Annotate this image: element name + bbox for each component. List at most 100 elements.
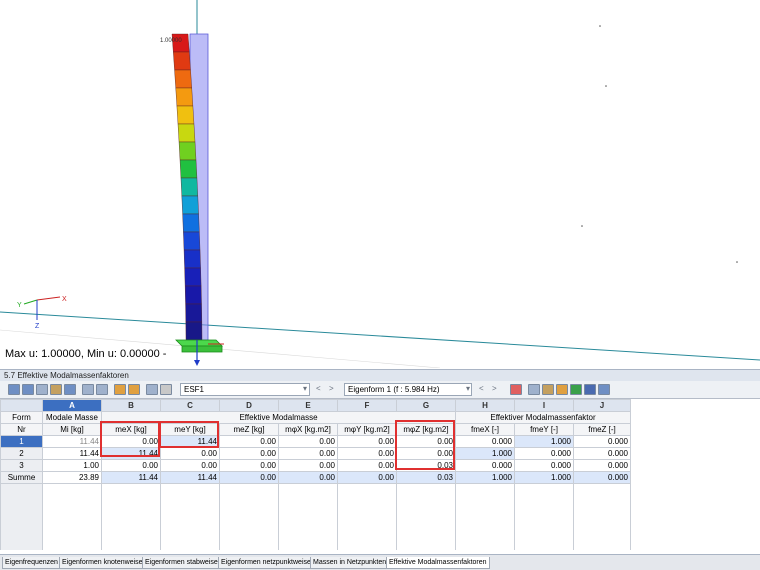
- deformed-band: [186, 322, 202, 340]
- table-cell[interactable]: 0.00: [279, 436, 338, 448]
- table-cell[interactable]: 0.00: [161, 460, 220, 472]
- row-number[interactable]: 1: [1, 436, 43, 448]
- prev-table-icon[interactable]: [82, 384, 94, 395]
- load-case-select[interactable]: ESF1: [180, 383, 310, 396]
- unit-header-j[interactable]: fmeZ [-]: [574, 424, 631, 436]
- unit-header-e[interactable]: mφX [kg.m2]: [279, 424, 338, 436]
- sum-label[interactable]: Summe: [1, 472, 43, 484]
- table-cell[interactable]: 0.000: [456, 436, 515, 448]
- table-cell[interactable]: 0.000: [574, 436, 631, 448]
- tab-massen-netzpunkten[interactable]: Massen in Netzpunkten: [310, 557, 389, 569]
- table-cell[interactable]: 0.000: [574, 448, 631, 460]
- model-canvas[interactable]: X Y Z: [0, 0, 760, 368]
- table-cell[interactable]: 1.00: [43, 460, 102, 472]
- table-cell[interactable]: 0.00: [338, 448, 397, 460]
- column-letter-e[interactable]: E: [279, 400, 338, 412]
- tab-eigenformen-knotenweise[interactable]: Eigenformen knotenweise: [59, 557, 146, 569]
- case-dropdown-icon[interactable]: ▾: [303, 384, 307, 393]
- table-cell[interactable]: 0.00: [102, 460, 161, 472]
- column-letter-f[interactable]: F: [338, 400, 397, 412]
- unit-header-a[interactable]: Mi [kg]: [43, 424, 102, 436]
- table-sort-icon[interactable]: [50, 384, 62, 395]
- print-icon[interactable]: [584, 384, 596, 395]
- tab-effektive-modalmassenfaktoren[interactable]: Effektive Modalmassenfaktoren: [386, 557, 490, 569]
- excel-icon[interactable]: [570, 384, 582, 395]
- column-letter-i[interactable]: I: [515, 400, 574, 412]
- sum-row[interactable]: Summe23.8911.4411.440.000.000.000.031.00…: [1, 472, 631, 484]
- unit-header-f[interactable]: mφY [kg.m2]: [338, 424, 397, 436]
- unit-header-d[interactable]: meZ [kg]: [220, 424, 279, 436]
- mode-prev-icon[interactable]: <: [479, 384, 484, 393]
- sum-cell[interactable]: 0.00: [220, 472, 279, 484]
- color-scale-icon[interactable]: [114, 384, 126, 395]
- table-columns-icon[interactable]: [36, 384, 48, 395]
- table-row[interactable]: 31.000.000.000.000.000.000.030.0000.0000…: [1, 460, 631, 472]
- column-letter-c[interactable]: C: [161, 400, 220, 412]
- unit-header-i[interactable]: fmeY [-]: [515, 424, 574, 436]
- table-cell[interactable]: 0.00: [220, 448, 279, 460]
- table-cell[interactable]: 0.000: [574, 460, 631, 472]
- tab-eigenformen-netzpunktweise[interactable]: Eigenformen netzpunktweise: [218, 557, 314, 569]
- column-letter-j[interactable]: J: [574, 400, 631, 412]
- table-cell[interactable]: 0.00: [338, 460, 397, 472]
- table-cell[interactable]: 0.000: [515, 448, 574, 460]
- table-cell[interactable]: 0.000: [456, 460, 515, 472]
- settings-icon[interactable]: [598, 384, 610, 395]
- column-letter-b[interactable]: B: [102, 400, 161, 412]
- column-letter-a[interactable]: A: [43, 400, 102, 412]
- table-cell[interactable]: 0.000: [515, 460, 574, 472]
- tab-eigenfrequenzen[interactable]: Eigenfrequenzen: [2, 557, 61, 569]
- row-number[interactable]: 2: [1, 448, 43, 460]
- model-viewport[interactable]: X Y Z 1.00000 Max u: 1.00000, Min u: 0.0…: [0, 0, 760, 368]
- nr-header[interactable]: Nr: [1, 424, 43, 436]
- sum-cell[interactable]: 23.89: [43, 472, 102, 484]
- column-letter-g[interactable]: G: [397, 400, 456, 412]
- sum-cell[interactable]: 11.44: [102, 472, 161, 484]
- effective-factor-header[interactable]: Effektiver Modalmassenfaktor: [456, 412, 631, 424]
- table-cell[interactable]: 0.00: [161, 448, 220, 460]
- export-icon[interactable]: [510, 384, 522, 395]
- results-table[interactable]: ABCDEFGHIJFormModale MasseEffektive Moda…: [0, 399, 760, 554]
- sum-cell[interactable]: 0.00: [279, 472, 338, 484]
- table-icon[interactable]: [8, 384, 20, 395]
- form-header[interactable]: Form: [1, 412, 43, 424]
- table-cell[interactable]: 0.00: [338, 436, 397, 448]
- case-next-icon[interactable]: >: [329, 384, 334, 393]
- mode-next-icon[interactable]: >: [492, 384, 497, 393]
- table-row[interactable]: 111.440.0011.440.000.000.000.000.0001.00…: [1, 436, 631, 448]
- next-table-icon[interactable]: [96, 384, 108, 395]
- filter2-icon[interactable]: [528, 384, 540, 395]
- modal-mass-header[interactable]: Modale Masse: [43, 412, 102, 424]
- sum-cell[interactable]: 0.00: [338, 472, 397, 484]
- table-cell[interactable]: 11.44: [43, 448, 102, 460]
- row-number[interactable]: 3: [1, 460, 43, 472]
- table-row[interactable]: 211.4411.440.000.000.000.000.001.0000.00…: [1, 448, 631, 460]
- column-letter-h[interactable]: H: [456, 400, 515, 412]
- sum-cell[interactable]: 1.000: [456, 472, 515, 484]
- mode-dropdown-icon[interactable]: ▾: [466, 384, 470, 393]
- table-cell[interactable]: 0.00: [279, 460, 338, 472]
- case-prev-icon[interactable]: <: [316, 384, 321, 393]
- table-cell[interactable]: 0.00: [220, 460, 279, 472]
- table-filter-icon[interactable]: [22, 384, 34, 395]
- highlight-icon[interactable]: [556, 384, 568, 395]
- relation-icon[interactable]: [128, 384, 140, 395]
- sum-cell[interactable]: 0.000: [574, 472, 631, 484]
- filter-icon[interactable]: [146, 384, 158, 395]
- table-cell[interactable]: 0.00: [220, 436, 279, 448]
- table-sum-icon[interactable]: [64, 384, 76, 395]
- sum-cell[interactable]: 11.44: [161, 472, 220, 484]
- sum-cell[interactable]: 0.03: [397, 472, 456, 484]
- mode-shape-select[interactable]: Eigenform 1 (f : 5.984 Hz): [344, 383, 472, 396]
- tab-eigenformen-stabweise[interactable]: Eigenformen stabweise: [142, 557, 221, 569]
- search-icon[interactable]: [542, 384, 554, 395]
- unit-header-h[interactable]: fmeX [-]: [456, 424, 515, 436]
- corner-cell[interactable]: [1, 400, 43, 412]
- table-cell[interactable]: 0.00: [279, 448, 338, 460]
- table-cell[interactable]: 1.000: [456, 448, 515, 460]
- sum-cell[interactable]: 1.000: [515, 472, 574, 484]
- view-icon[interactable]: [160, 384, 172, 395]
- table-cell[interactable]: 11.44: [43, 436, 102, 448]
- column-letter-d[interactable]: D: [220, 400, 279, 412]
- table-cell[interactable]: 1.000: [515, 436, 574, 448]
